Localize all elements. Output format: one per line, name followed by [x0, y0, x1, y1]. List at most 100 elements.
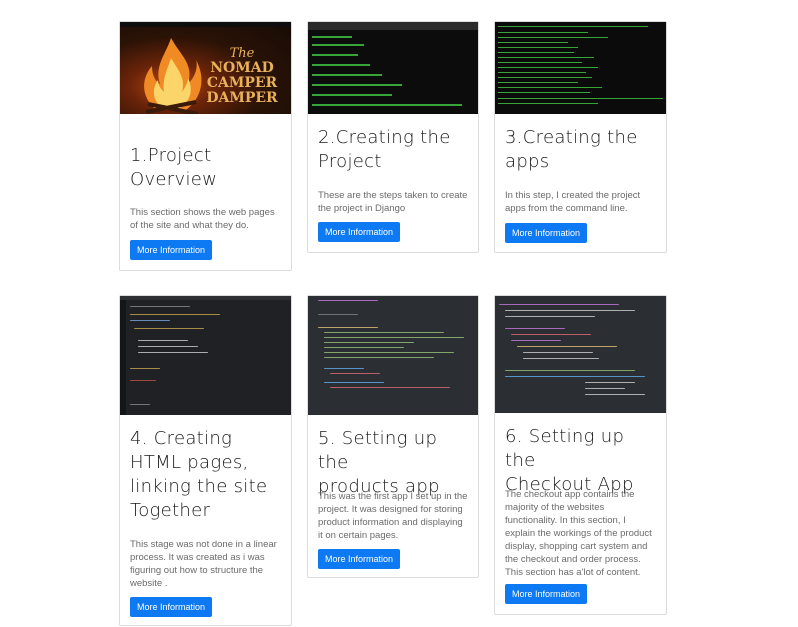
- card-text-line: This was the first app I set up in the: [318, 491, 468, 502]
- card-text-line: the checkout and order process.: [505, 554, 641, 565]
- code-line: [517, 346, 617, 347]
- editor-gutter: [120, 296, 126, 415]
- terminal-line: [498, 103, 598, 104]
- terminal-thumbnail: [308, 22, 478, 114]
- code-line: [318, 327, 378, 328]
- card-creating-apps: 3.Creating the apps In this step, I crea…: [494, 21, 667, 253]
- card-title-line: Together: [130, 500, 211, 521]
- thumbnail-logo-text: The NOMAD CAMPER DAMPER: [206, 46, 278, 106]
- card-text-line: majority of the websites: [505, 502, 605, 513]
- code-line: [138, 346, 198, 347]
- code-line: [324, 347, 404, 348]
- terminal-line: [498, 52, 574, 53]
- terminal-line: [498, 47, 578, 48]
- terminal-line: [312, 64, 370, 66]
- code-line: [138, 352, 208, 353]
- terminal-line: [498, 62, 582, 63]
- code-line: [324, 337, 464, 338]
- card-text-line: This stage was not done in a linear: [130, 539, 277, 550]
- terminal-line: [498, 72, 586, 73]
- card-checkout-app: 6. Setting up the Checkout App The check…: [494, 295, 667, 615]
- terminal-line: [312, 54, 358, 56]
- card-title-line: 6. Setting up the: [505, 426, 625, 471]
- campfire-flames-icon: [144, 38, 202, 114]
- campfire-thumbnail: The NOMAD CAMPER DAMPER: [120, 22, 291, 114]
- code-line: [505, 316, 595, 317]
- card-description: These are the steps taken to create the …: [318, 189, 470, 215]
- code-line: [511, 334, 591, 335]
- card-description: The checkout app contains the majority o…: [505, 488, 658, 579]
- more-information-button[interactable]: More Information: [505, 584, 588, 604]
- card-title-line: 3.Creating the: [505, 127, 638, 148]
- code-line: [585, 388, 625, 389]
- code-line: [330, 387, 450, 388]
- card-products-app: 5. Setting up the products app This was …: [307, 295, 479, 578]
- terminal-line: [498, 26, 648, 27]
- more-information-button[interactable]: More Information: [318, 222, 401, 242]
- code-line: [324, 368, 364, 369]
- terminal-line: [312, 74, 382, 76]
- card-text-line: website .: [130, 578, 168, 589]
- code-line: [523, 358, 599, 359]
- code-line: [324, 357, 434, 358]
- terminal-line: [312, 44, 364, 46]
- code-line: [585, 382, 635, 383]
- terminal-line: [498, 42, 568, 43]
- terminal-thumbnail: [495, 22, 666, 114]
- more-information-button[interactable]: More Information: [130, 597, 213, 617]
- terminal-titlebar: [308, 22, 478, 30]
- editor-tabbar: [120, 296, 291, 300]
- code-line: [318, 314, 358, 315]
- card-text-line: process. It was created as i was: [130, 552, 265, 563]
- card-project-overview: The NOMAD CAMPER DAMPER 1.Project Overvi…: [119, 21, 292, 271]
- card-text-line: the project in Django: [318, 203, 406, 214]
- code-line: [130, 314, 220, 315]
- card-title-line: HTML pages,: [130, 452, 249, 473]
- more-information-button[interactable]: More Information: [318, 549, 401, 569]
- terminal-line: [498, 87, 602, 88]
- code-line: [324, 352, 454, 353]
- terminal-line: [498, 67, 598, 68]
- card-description: This was the first app I set up in the p…: [318, 490, 470, 542]
- card-title-line: Project: [318, 151, 382, 172]
- code-editor-thumbnail: [495, 296, 666, 413]
- code-line: [511, 340, 561, 341]
- card-text-line: These are the steps taken to create: [318, 190, 468, 201]
- card-description: This stage was not done in a linear proc…: [130, 538, 283, 590]
- terminal-line: [498, 92, 590, 93]
- more-information-button[interactable]: More Information: [130, 240, 213, 260]
- card-title-line: Overview: [130, 169, 218, 190]
- card-title: 5. Setting up the products app: [318, 427, 472, 499]
- code-line: [324, 342, 414, 343]
- code-editor-thumbnail: [120, 296, 291, 415]
- card-text-line: explain the workings of the product: [505, 528, 652, 539]
- code-line: [130, 320, 170, 321]
- card-html-pages: 4. Creating HTML pages, linking the site…: [119, 295, 292, 626]
- card-text-line: it on certain pages.: [318, 530, 399, 541]
- code-line: [585, 394, 645, 395]
- terminal-line: [312, 84, 402, 86]
- terminal-line: [498, 77, 592, 78]
- card-title: 2.Creating the Project: [318, 126, 472, 174]
- terminal-line: [312, 104, 462, 106]
- card-text-line: of the site and what they do.: [130, 220, 249, 231]
- terminal-line: [312, 36, 352, 38]
- card-title-line: apps: [505, 151, 550, 172]
- card-text-line: figuring out how to structure the: [130, 565, 264, 576]
- more-information-button[interactable]: More Information: [505, 223, 588, 243]
- card-text-line: display, shopping cart system and: [505, 541, 648, 552]
- terminal-line: [498, 37, 608, 38]
- card-title: 1.Project Overview: [130, 144, 285, 192]
- card-text-line: This section shows the web pages: [130, 207, 275, 218]
- terminal-line: [312, 94, 392, 96]
- card-text-line: product information and displaying: [318, 517, 463, 528]
- code-line: [505, 328, 565, 329]
- card-title: 6. Setting up the Checkout App: [505, 425, 660, 497]
- card-title-line: 1.Project: [130, 145, 212, 166]
- card-title-line: 4. Creating: [130, 428, 233, 449]
- card-text-line: apps from the command line.: [505, 203, 628, 214]
- card-title: 4. Creating HTML pages, linking the site…: [130, 427, 285, 523]
- terminal-line: [498, 82, 578, 83]
- card-title-line: 5. Setting up the: [318, 428, 438, 473]
- terminal-line: [498, 57, 594, 58]
